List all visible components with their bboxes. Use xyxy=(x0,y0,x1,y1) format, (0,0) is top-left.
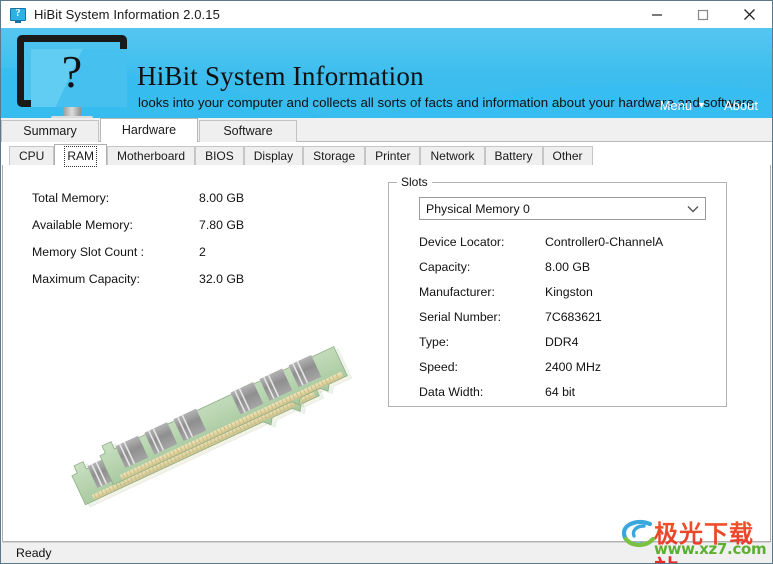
summary-row-memory-slot-count: Memory Slot Count : 2 xyxy=(32,245,332,272)
label: Speed: xyxy=(419,360,458,374)
subtab-cpu[interactable]: CPU xyxy=(9,146,55,165)
ram-panel: Total Memory: 8.00 GB Available Memory: … xyxy=(2,165,771,542)
slot-row-data-width: Data Width: 64 bit xyxy=(419,385,719,410)
banner-links: Menu ▼ About xyxy=(660,98,758,113)
menu-label: Menu xyxy=(659,98,693,113)
subtab-motherboard[interactable]: Motherboard xyxy=(107,146,196,165)
slot-row-serial-number: Serial Number: 7C683621 xyxy=(419,310,719,335)
label: Memory Slot Count : xyxy=(32,245,145,259)
memory-summary-list: Total Memory: 8.00 GB Available Memory: … xyxy=(32,191,332,299)
chevron-down-icon: ▼ xyxy=(697,100,707,110)
label: Capacity: xyxy=(419,260,471,274)
slot-row-manufacturer: Manufacturer: Kingston xyxy=(419,285,719,310)
value: 32.0 GB xyxy=(199,272,245,286)
value: 64 bit xyxy=(545,385,576,399)
slot-details-list: Device Locator: Controller0-ChannelA Cap… xyxy=(419,235,719,410)
subtab-storage[interactable]: Storage xyxy=(303,146,366,165)
summary-row-total-memory: Total Memory: 8.00 GB xyxy=(32,191,332,218)
slots-group-legend: Slots xyxy=(397,175,432,189)
subtab-network[interactable]: Network xyxy=(420,146,485,165)
maximize-button[interactable] xyxy=(680,1,726,28)
close-button[interactable] xyxy=(726,1,772,28)
value: 7C683621 xyxy=(545,310,602,324)
value: 2 xyxy=(199,245,206,259)
subtab-ram[interactable]: RAM xyxy=(54,144,108,167)
slot-select-value: Physical Memory 0 xyxy=(426,201,530,216)
subtab-other[interactable]: Other xyxy=(542,146,593,165)
window-controls xyxy=(634,1,772,28)
value: Kingston xyxy=(545,285,593,299)
subtab-ram-label: RAM xyxy=(64,146,98,167)
slot-row-speed: Speed: 2400 MHz xyxy=(419,360,719,385)
sub-tab-bar: CPU RAM Motherboard BIOS Display Storage… xyxy=(1,144,772,167)
application-window: ? HiBit System Information 2.0.15 ? HiBi… xyxy=(0,0,773,564)
value: 7.80 GB xyxy=(199,218,245,232)
window-title: HiBit System Information 2.0.15 xyxy=(34,7,220,22)
subtab-bios[interactable]: BIOS xyxy=(195,146,244,165)
ram-modules-image xyxy=(58,295,378,520)
value: 8.00 GB xyxy=(199,191,245,205)
header-banner: ? HiBit System Information looks into yo… xyxy=(1,28,772,118)
tab-hardware[interactable]: Hardware xyxy=(100,118,198,142)
value: Controller0-ChannelA xyxy=(545,235,664,249)
tab-summary[interactable]: Summary xyxy=(1,120,99,142)
main-tab-bar: Summary Hardware Software xyxy=(1,118,772,142)
minimize-button[interactable] xyxy=(634,1,680,28)
slot-row-type: Type: DDR4 xyxy=(419,335,719,360)
value: 2400 MHz xyxy=(545,360,602,374)
subtab-battery[interactable]: Battery xyxy=(484,146,543,165)
label: Serial Number: xyxy=(419,310,502,324)
slot-row-capacity: Capacity: 8.00 GB xyxy=(419,260,719,285)
label: Available Memory: xyxy=(32,218,133,232)
value: 8.00 GB xyxy=(545,260,591,274)
slot-row-device-locator: Device Locator: Controller0-ChannelA xyxy=(419,235,719,260)
slots-group-box: Slots Physical Memory 0 Device Locator: … xyxy=(388,175,727,410)
tab-software[interactable]: Software xyxy=(199,120,297,142)
watermark-url: www.xz7.com xyxy=(654,540,767,558)
value: DDR4 xyxy=(545,335,579,349)
subtab-display[interactable]: Display xyxy=(243,146,304,165)
summary-row-available-memory: Available Memory: 7.80 GB xyxy=(32,218,332,245)
label: Data Width: xyxy=(419,385,484,399)
app-logo-monitor-icon: ? xyxy=(17,35,127,118)
slot-select-dropdown[interactable]: Physical Memory 0 xyxy=(419,197,706,220)
label: Device Locator: xyxy=(419,235,505,249)
app-icon: ? xyxy=(10,7,26,23)
about-button[interactable]: About xyxy=(724,98,758,113)
title-bar: ? HiBit System Information 2.0.15 xyxy=(1,1,772,28)
label: Maximum Capacity: xyxy=(32,272,140,286)
menu-button[interactable]: Menu ▼ xyxy=(660,98,706,113)
watermark: 极光下载站 www.xz7.com xyxy=(620,515,767,563)
subtab-printer[interactable]: Printer xyxy=(365,146,421,165)
status-text: Ready xyxy=(16,546,52,560)
label: Type: xyxy=(419,335,450,349)
label: Manufacturer: xyxy=(419,285,495,299)
hero-title: HiBit System Information xyxy=(137,61,424,91)
label: Total Memory: xyxy=(32,191,110,205)
logo-question-glyph: ? xyxy=(61,46,83,97)
chevron-down-icon xyxy=(681,205,705,213)
